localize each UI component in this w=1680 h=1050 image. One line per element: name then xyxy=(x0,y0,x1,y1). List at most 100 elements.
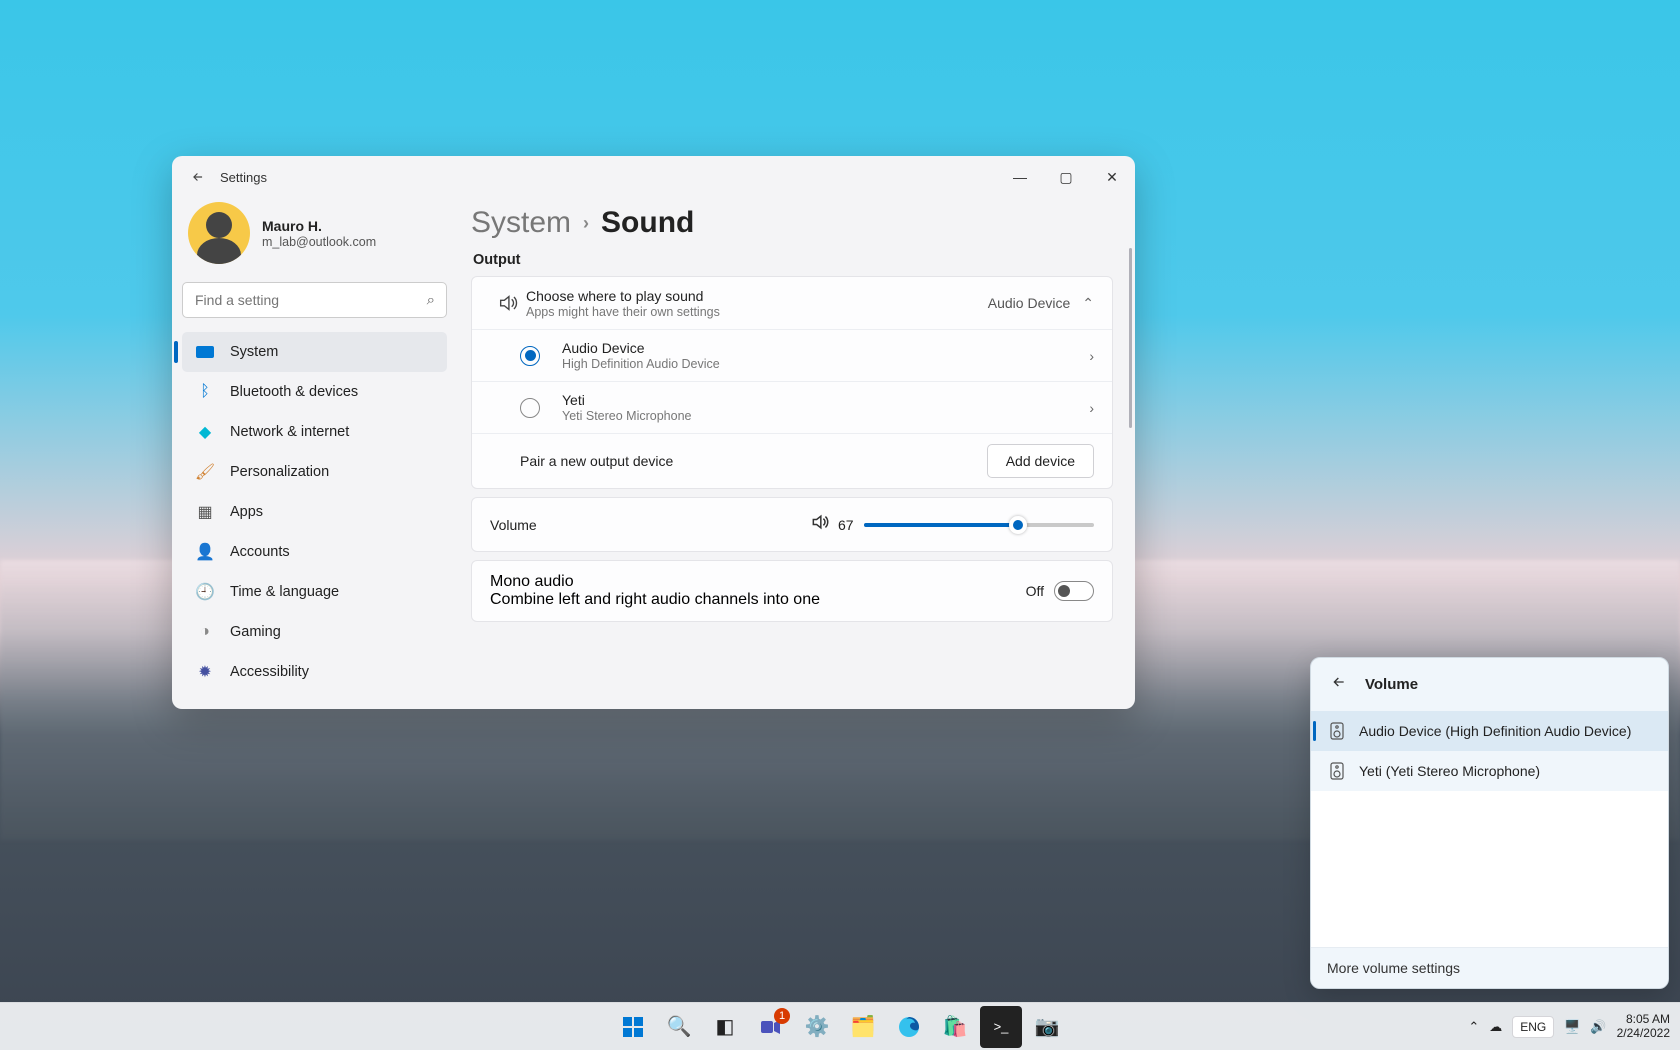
mono-sub: Combine left and right audio channels in… xyxy=(490,591,1026,609)
sidebar-item-label: Personalization xyxy=(230,464,329,480)
add-device-button[interactable]: Add device xyxy=(987,444,1094,478)
chevron-up-icon: ⌃ xyxy=(1082,295,1094,312)
volume-card: Volume 67 xyxy=(471,497,1113,552)
volume-value: 67 xyxy=(838,517,854,533)
gaming-icon: ◑ xyxy=(196,623,214,641)
flyout-footer[interactable]: More volume settings xyxy=(1311,947,1668,988)
accounts-icon: 👤 xyxy=(196,543,214,561)
device-name: Audio Device xyxy=(562,340,1089,356)
sidebar-item-bluetooth[interactable]: ᛒ Bluetooth & devices xyxy=(182,372,447,412)
flyout-footer-label: More volume settings xyxy=(1327,960,1460,976)
sidebar-item-label: Accounts xyxy=(230,544,290,560)
section-label-output: Output xyxy=(473,252,1113,268)
user-profile[interactable]: Mauro H. m_lab@outlook.com xyxy=(182,198,447,282)
chevron-right-icon[interactable]: › xyxy=(1089,348,1094,364)
volume-label: Volume xyxy=(490,517,810,533)
mono-card: Mono audio Combine left and right audio … xyxy=(471,560,1113,622)
volume-slider[interactable] xyxy=(864,523,1094,527)
sidebar: Mauro H. m_lab@outlook.com ⌕ System ᛒ Bl… xyxy=(172,198,457,709)
camera-button[interactable]: 📷 xyxy=(1026,1006,1068,1048)
apps-icon: ▦ xyxy=(196,503,214,521)
language-indicator[interactable]: ENG xyxy=(1512,1016,1554,1038)
speaker-icon[interactable] xyxy=(810,512,830,537)
terminal-button[interactable]: >_ xyxy=(980,1006,1022,1048)
chevron-right-icon[interactable]: › xyxy=(1089,400,1094,416)
sound-tray-icon[interactable]: 🔊 xyxy=(1590,1019,1606,1035)
window-title: Settings xyxy=(220,170,267,185)
search-icon: ⌕ xyxy=(427,292,435,309)
choose-output-value: Audio Device xyxy=(988,295,1071,311)
radio-selected[interactable] xyxy=(520,346,540,366)
taskbar: 🔍 ◧ 1 ⚙️ 🗂️ 🛍️ >_ 📷 ⌃ ☁ ENG 🖥️ 🔊 8:05 AM… xyxy=(0,1002,1680,1050)
sidebar-item-gaming[interactable]: ◑ Gaming xyxy=(182,612,447,652)
sidebar-item-system[interactable]: System xyxy=(182,332,447,372)
back-button[interactable] xyxy=(190,169,206,185)
radio-unselected[interactable] xyxy=(520,398,540,418)
start-button[interactable] xyxy=(612,1006,654,1048)
flyout-spacer xyxy=(1311,791,1668,947)
page-title: Sound xyxy=(601,206,694,240)
tray-date: 2/24/2022 xyxy=(1617,1027,1670,1041)
output-device-row[interactable]: Yeti Yeti Stereo Microphone › xyxy=(472,381,1112,433)
main-content: System › Sound Output Choose where to pl… xyxy=(457,198,1135,709)
settings-taskbar-button[interactable]: ⚙️ xyxy=(796,1006,838,1048)
breadcrumb-parent[interactable]: System xyxy=(471,206,571,240)
speaker-icon xyxy=(490,292,526,314)
network-tray-icon[interactable]: 🖥️ xyxy=(1564,1019,1580,1035)
speaker-device-icon xyxy=(1329,723,1345,739)
tray-overflow-button[interactable]: ⌃ xyxy=(1468,1019,1479,1035)
close-button[interactable]: ✕ xyxy=(1089,159,1135,195)
device-name: Yeti xyxy=(562,392,1089,408)
device-sub: High Definition Audio Device xyxy=(562,357,1089,371)
breadcrumb: System › Sound xyxy=(471,206,1113,240)
sidebar-item-personalization[interactable]: 🖌 Personalization xyxy=(182,452,447,492)
sidebar-item-label: Gaming xyxy=(230,624,281,640)
choose-output-sub: Apps might have their own settings xyxy=(526,305,988,319)
sidebar-item-accessibility[interactable]: ✹ Accessibility xyxy=(182,652,447,692)
choose-output-title: Choose where to play sound xyxy=(526,288,988,304)
flyout-back-button[interactable] xyxy=(1327,672,1351,697)
volume-flyout: Volume Audio Device (High Definition Aud… xyxy=(1310,657,1669,989)
teams-badge: 1 xyxy=(774,1008,790,1024)
clock-icon: 🕘 xyxy=(196,583,214,601)
clock-tray[interactable]: 8:05 AM 2/24/2022 xyxy=(1617,1013,1670,1041)
sidebar-item-label: Time & language xyxy=(230,584,339,600)
sidebar-item-accounts[interactable]: 👤 Accounts xyxy=(182,532,447,572)
search-input[interactable] xyxy=(182,282,447,318)
wifi-icon: ◆ xyxy=(196,423,214,441)
explorer-button[interactable]: 🗂️ xyxy=(842,1006,884,1048)
titlebar: Settings ― ▢ ✕ xyxy=(172,156,1135,198)
sidebar-item-label: Accessibility xyxy=(230,664,309,680)
flyout-title: Volume xyxy=(1365,676,1418,693)
output-device-row[interactable]: Audio Device High Definition Audio Devic… xyxy=(472,329,1112,381)
search-button[interactable]: 🔍 xyxy=(658,1006,700,1048)
task-view-button[interactable]: ◧ xyxy=(704,1006,746,1048)
minimize-button[interactable]: ― xyxy=(997,159,1043,195)
profile-name: Mauro H. xyxy=(262,218,376,234)
store-button[interactable]: 🛍️ xyxy=(934,1006,976,1048)
choose-output-row[interactable]: Choose where to play sound Apps might ha… xyxy=(472,277,1112,329)
scrollbar-thumb[interactable] xyxy=(1129,248,1132,428)
maximize-button[interactable]: ▢ xyxy=(1043,159,1089,195)
sidebar-item-network[interactable]: ◆ Network & internet xyxy=(182,412,447,452)
flyout-device-item[interactable]: Audio Device (High Definition Audio Devi… xyxy=(1311,711,1668,751)
onedrive-icon[interactable]: ☁ xyxy=(1489,1019,1502,1035)
bluetooth-icon: ᛒ xyxy=(196,383,214,401)
flyout-device-label: Yeti (Yeti Stereo Microphone) xyxy=(1359,763,1540,779)
avatar xyxy=(188,202,250,264)
sidebar-item-apps[interactable]: ▦ Apps xyxy=(182,492,447,532)
pair-device-label: Pair a new output device xyxy=(520,453,987,469)
edge-button[interactable] xyxy=(888,1006,930,1048)
sidebar-item-label: Network & internet xyxy=(230,424,349,440)
accessibility-icon: ✹ xyxy=(196,663,214,681)
teams-button[interactable]: 1 xyxy=(750,1006,792,1048)
flyout-device-item[interactable]: Yeti (Yeti Stereo Microphone) xyxy=(1311,751,1668,791)
output-card: Choose where to play sound Apps might ha… xyxy=(471,276,1113,489)
sidebar-item-label: Bluetooth & devices xyxy=(230,384,358,400)
pair-device-row: Pair a new output device Add device xyxy=(472,433,1112,488)
speaker-device-icon xyxy=(1329,763,1345,779)
mono-toggle[interactable] xyxy=(1054,581,1094,601)
sidebar-item-time[interactable]: 🕘 Time & language xyxy=(182,572,447,612)
mono-title: Mono audio xyxy=(490,573,1026,591)
profile-email: m_lab@outlook.com xyxy=(262,235,376,249)
